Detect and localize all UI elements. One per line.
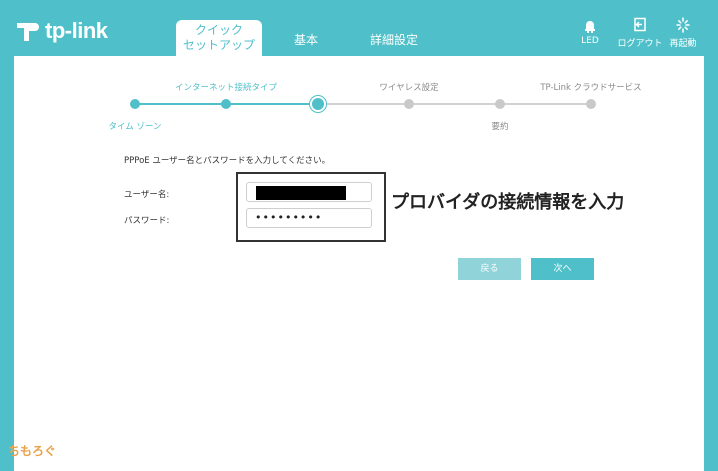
step-label-timezone: タイム ゾーン (108, 122, 162, 132)
reboot-label: 再起動 (669, 39, 697, 49)
step-dot-internet[interactable] (310, 96, 326, 112)
reboot-button[interactable]: 再起動 (658, 17, 708, 49)
tab-advanced[interactable]: 詳細設定 (370, 31, 418, 48)
tp-link-logo: tp-link (13, 17, 108, 45)
step-label-wireless: ワイヤレス設定 (379, 83, 439, 93)
stepper-remaining-line (317, 103, 591, 105)
brand-name: tp-link (45, 18, 108, 43)
password-field[interactable]: ••••••••• (246, 208, 372, 228)
led-button[interactable]: LED (565, 17, 615, 46)
reboot-icon (676, 17, 690, 33)
username-redaction (256, 186, 346, 200)
tab-quick-setup-line2: セットアップ (182, 38, 255, 52)
step-dot-2[interactable] (221, 99, 231, 109)
tab-quick-setup-line1: クイック (194, 23, 243, 37)
annotation-text: プロバイダの接続情報を入力 (391, 192, 625, 213)
step-dot-summary[interactable] (495, 99, 505, 109)
password-value: ••••••••• (255, 211, 323, 224)
step-dot-wireless[interactable] (404, 99, 414, 109)
step-label-cloud: TP-Link クラウドサービス (540, 83, 642, 93)
tp-link-logo-icon (17, 23, 39, 41)
pppoe-instruction: PPPoE ユーザー名とパスワードを入力してください。 (124, 156, 331, 166)
credential-highlight-frame: ••••••••• (236, 172, 386, 242)
username-field[interactable] (246, 182, 372, 202)
logout-label: ログアウト (617, 39, 663, 49)
next-button[interactable]: 次へ (531, 258, 594, 280)
led-icon (585, 21, 595, 33)
password-label: パスワード: (124, 216, 170, 226)
step-dot-cloud[interactable] (586, 99, 596, 109)
back-button[interactable]: 戻る (458, 258, 521, 280)
logout-icon (634, 17, 646, 32)
step-dot-timezone[interactable] (130, 99, 140, 109)
tab-quick-setup[interactable]: クイック セットアップ (176, 20, 262, 56)
step-label-summary: 要約 (491, 122, 509, 132)
main-panel: タイム ゾーン インターネット接続タイプ ワイヤレス設定 要約 TP-Link … (14, 56, 704, 471)
watermark: ちもろぐ (8, 444, 57, 458)
led-label: LED (581, 36, 599, 46)
username-label: ユーザー名: (124, 190, 170, 200)
step-label-internet: インターネット接続タイプ (174, 83, 278, 93)
tab-basic[interactable]: 基本 (294, 31, 318, 48)
